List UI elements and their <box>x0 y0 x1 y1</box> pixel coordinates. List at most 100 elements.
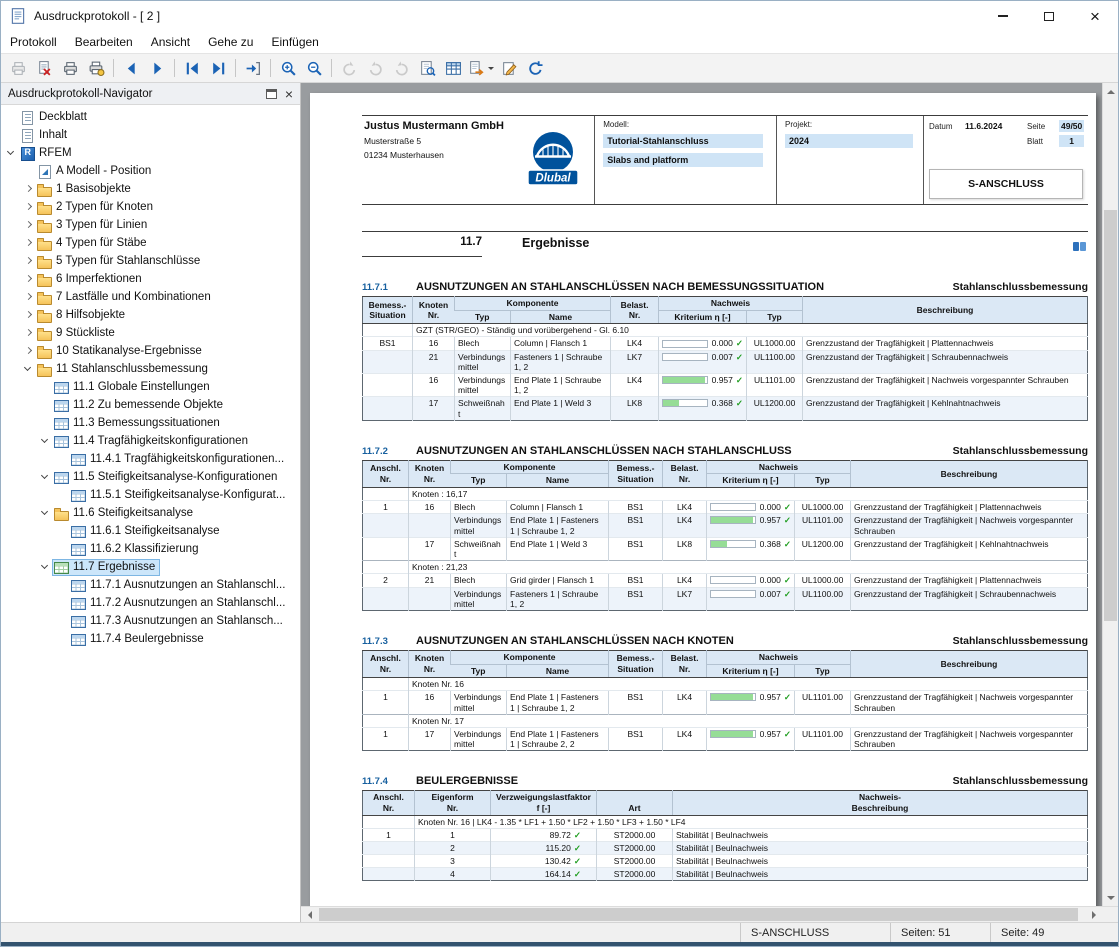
vertical-scroll-track[interactable] <box>1103 99 1118 890</box>
tree-entry[interactable]: 11.5 Steifigkeitsanalyse-Konfigurationen <box>52 469 282 486</box>
scroll-up-arrow[interactable] <box>1103 83 1118 99</box>
scroll-down-arrow[interactable] <box>1103 890 1118 906</box>
expand-arrow-icon[interactable] <box>22 327 35 340</box>
tree-entry[interactable]: 11.6 Steifigkeitsanalyse <box>52 505 198 522</box>
tree-item-11-7-3-ausnutzungen-an-stahlansch[interactable]: 11.7.3 Ausnutzungen an Stahlansch... <box>1 612 300 630</box>
expand-arrow-icon[interactable] <box>22 309 35 322</box>
tree-item-11-4-tragf-higkeitskonfigurationen[interactable]: 11.4 Tragfähigkeitskonfigurationen <box>1 432 300 450</box>
first-page-button[interactable] <box>179 56 205 81</box>
tree-item-10-statikanalyse-ergebnisse[interactable]: 10 Statikanalyse-Ergebnisse <box>1 342 300 360</box>
tree-item-9-st-ckliste[interactable]: 9 Stückliste <box>1 324 300 342</box>
scroll-left-arrow[interactable] <box>301 907 317 923</box>
maximize-button[interactable] <box>1026 1 1072 31</box>
tree-entry[interactable]: 7 Lastfälle und Kombinationen <box>35 289 216 306</box>
tree-entry[interactable]: 2 Typen für Knoten <box>35 199 158 216</box>
tree-entry[interactable]: 3 Typen für Linien <box>35 217 152 234</box>
tree-entry[interactable]: 11.4 Tragfähigkeitskonfigurationen <box>52 433 253 450</box>
horizontal-scrollbar[interactable] <box>301 906 1118 922</box>
tree-entry[interactable]: 11.5.1 Steifigkeitsanalyse-Konfigurat... <box>69 487 290 504</box>
zoom-in-button[interactable] <box>275 56 301 81</box>
page-preview-button[interactable] <box>414 56 440 81</box>
expand-arrow-icon[interactable] <box>22 291 35 304</box>
tree-item-11-6-steifigkeitsanalyse[interactable]: 11.6 Steifigkeitsanalyse <box>1 504 300 522</box>
menu-gehe-zu[interactable]: Gehe zu <box>199 32 262 52</box>
tree-entry[interactable]: 4 Typen für Stäbe <box>35 235 152 252</box>
tree-item-11-6-2-klassifizierung[interactable]: 11.6.2 Klassifizierung <box>1 540 300 558</box>
last-page-button[interactable] <box>205 56 231 81</box>
tree-item-3-typen-f-r-linien[interactable]: 3 Typen für Linien <box>1 216 300 234</box>
collapse-arrow-icon[interactable] <box>39 435 52 448</box>
tree-item-1-basisobjekte[interactable]: 1 Basisobjekte <box>1 180 300 198</box>
collapse-arrow-icon[interactable] <box>39 507 52 520</box>
menu-protokoll[interactable]: Protokoll <box>1 32 66 52</box>
vertical-scrollbar[interactable] <box>1102 83 1118 906</box>
expand-arrow-icon[interactable] <box>22 255 35 268</box>
tree-entry[interactable]: Inhalt <box>18 127 72 144</box>
horizontal-scroll-thumb[interactable] <box>319 907 1078 921</box>
expand-arrow-icon[interactable] <box>22 273 35 286</box>
tree-entry[interactable]: 11.3 Bemessungssituationen <box>52 415 225 432</box>
tree-item-2-typen-f-r-knoten[interactable]: 2 Typen für Knoten <box>1 198 300 216</box>
table-view-button[interactable] <box>440 56 466 81</box>
delete-protocol-button[interactable] <box>31 56 57 81</box>
tree-entry[interactable]: 8 Hilfsobjekte <box>35 307 130 324</box>
tree-entry[interactable]: A Modell - Position <box>35 163 156 180</box>
expand-arrow-icon[interactable] <box>22 201 35 214</box>
tree-item-4-typen-f-r-st-be[interactable]: 4 Typen für Stäbe <box>1 234 300 252</box>
tree-item-rfem[interactable]: RFEM <box>1 144 300 162</box>
export-button[interactable] <box>466 56 496 81</box>
tree-entry[interactable]: 6 Imperfektionen <box>35 271 147 288</box>
close-navigator-button[interactable]: × <box>285 87 293 101</box>
tree-item-11-3-bemessungssituationen[interactable]: 11.3 Bemessungssituationen <box>1 414 300 432</box>
tree-item-11-7-4-beulergebnisse[interactable]: 11.7.4 Beulergebnisse <box>1 630 300 648</box>
collapse-arrow-icon[interactable] <box>22 363 35 376</box>
tree-entry[interactable]: 11.6.2 Klassifizierung <box>69 541 203 558</box>
tree-entry[interactable]: 11.7.2 Ausnutzungen an Stahlanschl... <box>69 595 290 612</box>
menu-bearbeiten[interactable]: Bearbeiten <box>66 32 142 52</box>
close-button[interactable]: × <box>1072 1 1118 31</box>
tree-item-5-typen-f-r-stahlanschl-sse[interactable]: 5 Typen für Stahlanschlüsse <box>1 252 300 270</box>
tree-entry[interactable]: 9 Stückliste <box>35 325 120 342</box>
tree-entry[interactable]: 11.4.1 Tragfähigkeitskonfigurationen... <box>69 451 289 468</box>
go-to-page-button[interactable] <box>240 56 266 81</box>
collapse-arrow-icon[interactable] <box>39 561 52 574</box>
scroll-right-arrow[interactable] <box>1086 907 1102 923</box>
tree-entry[interactable]: 11.6.1 Steifigkeitsanalyse <box>69 523 225 540</box>
tree-entry[interactable]: 11.7 Ergebnisse <box>52 558 161 576</box>
collapse-arrow-icon[interactable] <box>5 147 18 160</box>
tree-item-11-6-1-steifigkeitsanalyse[interactable]: 11.6.1 Steifigkeitsanalyse <box>1 522 300 540</box>
tree-item-11-stahlanschlussbemessung[interactable]: 11 Stahlanschlussbemessung <box>1 360 300 378</box>
collapse-arrow-icon[interactable] <box>39 471 52 484</box>
tree-item-inhalt[interactable]: Inhalt <box>1 126 300 144</box>
tree-entry[interactable]: RFEM <box>18 145 77 162</box>
previous-page-button[interactable] <box>118 56 144 81</box>
tree-entry[interactable]: 11.7.1 Ausnutzungen an Stahlanschl... <box>69 577 290 594</box>
horizontal-scroll-track[interactable] <box>317 907 1086 923</box>
tree-entry[interactable]: Deckblatt <box>18 109 92 126</box>
tree-item-11-4-1-tragf-higkeitskonfigurationen[interactable]: 11.4.1 Tragfähigkeitskonfigurationen... <box>1 450 300 468</box>
next-page-button[interactable] <box>144 56 170 81</box>
tree-item-11-5-1-steifigkeitsanalyse-konfigurat[interactable]: 11.5.1 Steifigkeitsanalyse-Konfigurat... <box>1 486 300 504</box>
refresh-button[interactable] <box>522 56 548 81</box>
expand-arrow-icon[interactable] <box>22 219 35 232</box>
vertical-scroll-thumb[interactable] <box>1104 209 1117 622</box>
tree-entry[interactable]: 11.1 Globale Einstellungen <box>52 379 215 396</box>
tree-item-8-hilfsobjekte[interactable]: 8 Hilfsobjekte <box>1 306 300 324</box>
tree-entry[interactable]: 11 Stahlanschlussbemessung <box>35 361 213 378</box>
tree-item-11-1-globale-einstellungen[interactable]: 11.1 Globale Einstellungen <box>1 378 300 396</box>
tree-item-11-7-2-ausnutzungen-an-stahlanschl[interactable]: 11.7.2 Ausnutzungen an Stahlanschl... <box>1 594 300 612</box>
tree-item-7-lastf-lle-und-kombinationen[interactable]: 7 Lastfälle und Kombinationen <box>1 288 300 306</box>
tree-entry[interactable]: 5 Typen für Stahlanschlüsse <box>35 253 205 270</box>
zoom-out-button[interactable] <box>301 56 327 81</box>
menu-einf-gen[interactable]: Einfügen <box>262 32 327 52</box>
print-button[interactable] <box>57 56 83 81</box>
tree-item-11-7-1-ausnutzungen-an-stahlanschl[interactable]: 11.7.1 Ausnutzungen an Stahlanschl... <box>1 576 300 594</box>
tree-item-a-modell-position[interactable]: A Modell - Position <box>1 162 300 180</box>
tree-entry[interactable]: 11.2 Zu bemessende Objekte <box>52 397 228 414</box>
tree-item-11-7-ergebnisse[interactable]: 11.7 Ergebnisse <box>1 558 300 576</box>
minimize-button[interactable] <box>980 1 1026 31</box>
tree-item-deckblatt[interactable]: Deckblatt <box>1 108 300 126</box>
tree-entry[interactable]: 11.7.3 Ausnutzungen an Stahlansch... <box>69 613 288 630</box>
float-panel-button[interactable] <box>265 88 277 99</box>
tree-entry[interactable]: 1 Basisobjekte <box>35 181 136 198</box>
